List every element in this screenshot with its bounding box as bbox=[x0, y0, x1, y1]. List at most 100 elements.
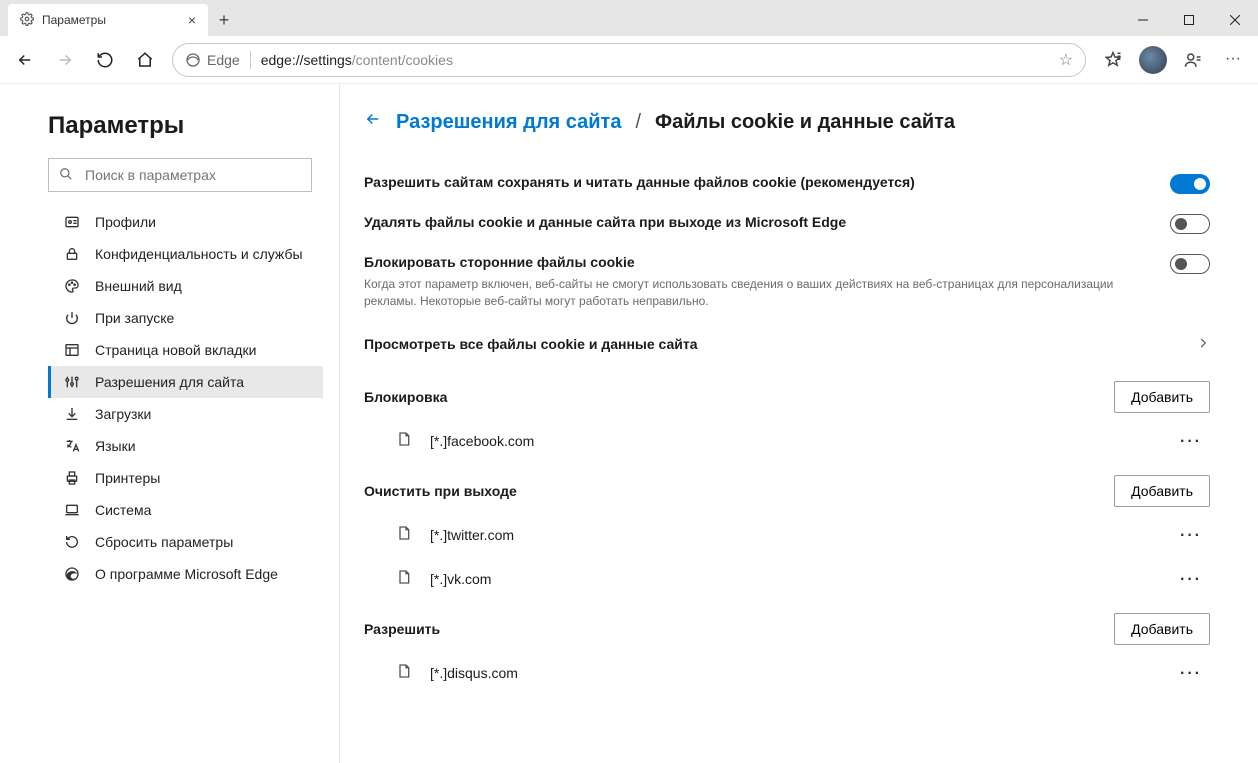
nav-label: Принтеры bbox=[95, 470, 160, 486]
add-clear-button[interactable]: Добавить bbox=[1114, 475, 1210, 507]
chevron-right-icon bbox=[1196, 336, 1210, 353]
toggle-block-third-party[interactable] bbox=[1170, 254, 1210, 274]
nav-newtab[interactable]: Страница новой вкладки bbox=[48, 334, 323, 366]
setting-label: Блокировать сторонние файлы cookie bbox=[364, 254, 1124, 270]
breadcrumb-separator: / bbox=[635, 111, 641, 134]
nav-label: О программе Microsoft Edge bbox=[95, 566, 278, 582]
nav-profiles[interactable]: Профили bbox=[48, 206, 323, 238]
nav-site-permissions[interactable]: Разрешения для сайта bbox=[48, 366, 323, 398]
nav-startup[interactable]: При запуске bbox=[48, 302, 323, 334]
site-domain: [*.]facebook.com bbox=[430, 433, 534, 449]
section-title: Очистить при выходе bbox=[364, 483, 517, 499]
nav-system[interactable]: Система bbox=[48, 494, 323, 526]
section-block-header: Блокировка Добавить bbox=[364, 369, 1210, 419]
sliders-icon bbox=[63, 374, 81, 390]
feedback-button[interactable] bbox=[1174, 42, 1212, 78]
section-title: Блокировка bbox=[364, 389, 447, 405]
refresh-button[interactable] bbox=[86, 42, 124, 78]
profile-button[interactable] bbox=[1134, 42, 1172, 78]
profile-card-icon bbox=[63, 214, 81, 230]
new-tab-button[interactable]: + bbox=[208, 4, 240, 36]
toggle-clear-on-exit[interactable] bbox=[1170, 214, 1210, 234]
download-icon bbox=[63, 406, 81, 422]
tab-strip: Параметры × + bbox=[0, 4, 240, 36]
palette-icon bbox=[63, 278, 81, 294]
nav-printers[interactable]: Принтеры bbox=[48, 462, 323, 494]
nav-label: Разрешения для сайта bbox=[95, 374, 244, 390]
nav-label: Система bbox=[95, 502, 151, 518]
nav-about[interactable]: О программе Microsoft Edge bbox=[48, 558, 323, 590]
separator bbox=[250, 51, 251, 69]
setting-label: Удалять файлы cookie и данные сайта при … bbox=[364, 214, 846, 230]
nav-label: Внешний вид bbox=[95, 278, 182, 294]
nav-label: Языки bbox=[95, 438, 136, 454]
search-icon bbox=[59, 167, 73, 184]
settings-search[interactable] bbox=[48, 158, 312, 192]
site-more-button[interactable]: ··· bbox=[1172, 523, 1210, 547]
grid-icon bbox=[63, 342, 81, 358]
nav-downloads[interactable]: Загрузки bbox=[48, 398, 323, 430]
add-block-button[interactable]: Добавить bbox=[1114, 381, 1210, 413]
setting-block-third-party: Блокировать сторонние файлы cookie Когда… bbox=[364, 244, 1210, 320]
breadcrumb-parent[interactable]: Разрешения для сайта bbox=[396, 111, 621, 134]
clear-site-item: [*.]twitter.com ··· bbox=[364, 513, 1210, 557]
settings-sidebar: Параметры Профили Конфиденциальность и с… bbox=[0, 84, 340, 763]
favorites-button[interactable] bbox=[1094, 42, 1132, 78]
view-all-cookies-link[interactable]: Просмотреть все файлы cookie и данные са… bbox=[364, 320, 1210, 369]
nav-privacy[interactable]: Конфиденциальность и службы bbox=[48, 238, 323, 270]
site-domain: [*.]twitter.com bbox=[430, 527, 514, 543]
nav-label: Загрузки bbox=[95, 406, 151, 422]
menu-button[interactable]: ··· bbox=[1214, 42, 1252, 78]
settings-main-panel: Разрешения для сайта / Файлы cookie и да… bbox=[340, 84, 1258, 763]
blocked-site-item: [*.]facebook.com ··· bbox=[364, 419, 1210, 463]
breadcrumb-current: Файлы cookie и данные сайта bbox=[655, 111, 955, 134]
sidebar-title: Параметры bbox=[48, 112, 323, 140]
nav-appearance[interactable]: Внешний вид bbox=[48, 270, 323, 302]
site-more-button[interactable]: ··· bbox=[1172, 429, 1210, 453]
window-controls bbox=[1120, 4, 1258, 36]
file-icon bbox=[396, 430, 412, 451]
setting-label: Разрешить сайтам сохранять и читать данн… bbox=[364, 174, 915, 190]
browser-tab[interactable]: Параметры × bbox=[8, 4, 208, 36]
laptop-icon bbox=[63, 502, 81, 518]
close-window-button[interactable] bbox=[1212, 4, 1258, 36]
window-titlebar: Параметры × + bbox=[0, 0, 1258, 36]
settings-nav: Профили Конфиденциальность и службы Внеш… bbox=[48, 206, 323, 590]
setting-description: Когда этот параметр включен, веб-сайты н… bbox=[364, 276, 1124, 310]
favorite-star-icon[interactable]: ☆ bbox=[1059, 50, 1073, 70]
maximize-button[interactable] bbox=[1166, 4, 1212, 36]
file-icon bbox=[396, 568, 412, 589]
breadcrumb: Разрешения для сайта / Файлы cookie и да… bbox=[364, 110, 1210, 134]
nav-label: Конфиденциальность и службы bbox=[95, 246, 303, 262]
setting-clear-on-exit: Удалять файлы cookie и данные сайта при … bbox=[364, 204, 1210, 244]
nav-label: Страница новой вкладки bbox=[95, 342, 256, 358]
address-bar[interactable]: Edge edge://settings/content/cookies ☆ bbox=[172, 43, 1086, 77]
site-identity[interactable]: Edge bbox=[185, 52, 240, 68]
forward-button[interactable] bbox=[46, 42, 84, 78]
toggle-allow-cookies[interactable] bbox=[1170, 174, 1210, 194]
section-clear-header: Очистить при выходе Добавить bbox=[364, 463, 1210, 513]
nav-reset[interactable]: Сбросить параметры bbox=[48, 526, 323, 558]
power-icon bbox=[63, 310, 81, 326]
add-allow-button[interactable]: Добавить bbox=[1114, 613, 1210, 645]
settings-search-input[interactable] bbox=[83, 166, 301, 184]
breadcrumb-back-icon[interactable] bbox=[364, 110, 382, 134]
lock-icon bbox=[63, 246, 81, 262]
nav-label: Сбросить параметры bbox=[95, 534, 233, 550]
section-title: Разрешить bbox=[364, 621, 440, 637]
back-button[interactable] bbox=[6, 42, 44, 78]
setting-allow-cookies: Разрешить сайтам сохранять и читать данн… bbox=[364, 164, 1210, 204]
close-tab-icon[interactable]: × bbox=[188, 12, 196, 28]
avatar bbox=[1139, 46, 1167, 74]
site-more-button[interactable]: ··· bbox=[1172, 661, 1210, 685]
site-more-button[interactable]: ··· bbox=[1172, 567, 1210, 591]
home-button[interactable] bbox=[126, 42, 164, 78]
nav-label: При запуске bbox=[95, 310, 174, 326]
nav-languages[interactable]: Языки bbox=[48, 430, 323, 462]
site-identity-label: Edge bbox=[207, 52, 240, 68]
minimize-button[interactable] bbox=[1120, 4, 1166, 36]
language-icon bbox=[63, 438, 81, 454]
section-allow-header: Разрешить Добавить bbox=[364, 601, 1210, 651]
link-label: Просмотреть все файлы cookie и данные са… bbox=[364, 336, 698, 352]
browser-toolbar: Edge edge://settings/content/cookies ☆ ·… bbox=[0, 36, 1258, 84]
